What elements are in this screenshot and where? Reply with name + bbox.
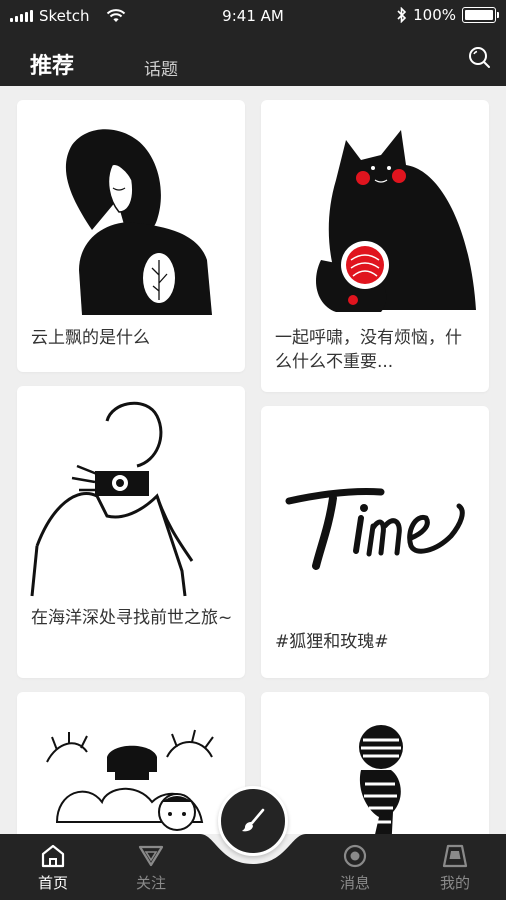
search-icon[interactable] bbox=[466, 44, 494, 72]
feed[interactable]: 云上飘的是什么 一起呼啸，没有烦恼，什么什么不重要... 在海洋深处寻找前世之旅… bbox=[0, 86, 506, 834]
nav-profile[interactable]: 我的 bbox=[420, 844, 490, 893]
nav-messages-label: 消息 bbox=[339, 874, 370, 892]
battery-percent: 100% bbox=[413, 6, 456, 24]
home-icon bbox=[41, 844, 65, 868]
striped-figure-illustration bbox=[359, 725, 403, 834]
feed-card[interactable]: 一起呼啸，没有烦恼，什么什么不重要... bbox=[261, 100, 489, 392]
tab-recommend[interactable]: 推荐 bbox=[30, 48, 74, 80]
nav-profile-label: 我的 bbox=[439, 874, 470, 892]
feed-card[interactable]: 云上飘的是什么 bbox=[17, 100, 245, 372]
card-caption: 一起呼啸，没有烦恼，什么什么不重要... bbox=[275, 328, 462, 372]
nav-messages[interactable]: 消息 bbox=[320, 844, 390, 893]
create-post-button[interactable] bbox=[218, 786, 288, 856]
message-circle-icon bbox=[343, 844, 367, 868]
time-calligraphy bbox=[285, 487, 465, 570]
bluetooth-icon bbox=[397, 7, 407, 23]
nav-follow[interactable]: 关注 bbox=[116, 844, 186, 893]
nav-home-label: 首页 bbox=[37, 874, 68, 892]
top-bar: Sketch 9:41 AM 100% 推荐 话题 bbox=[0, 0, 506, 86]
nav-home[interactable]: 首页 bbox=[18, 844, 88, 893]
feed-card[interactable] bbox=[17, 692, 245, 834]
card-caption: 在海洋深处寻找前世之旅~ bbox=[31, 608, 233, 628]
header-tabs: 推荐 话题 bbox=[0, 40, 506, 86]
crowd-illustration bbox=[46, 729, 214, 831]
black-cats-illustration bbox=[316, 130, 476, 312]
card-caption: #狐狸和玫瑰# bbox=[275, 632, 389, 652]
battery-icon bbox=[462, 7, 499, 23]
profile-icon bbox=[442, 844, 468, 868]
feed-card[interactable]: 在海洋深处寻找前世之旅~ bbox=[17, 386, 245, 678]
tab-topics[interactable]: 话题 bbox=[144, 55, 178, 80]
photographer-illustration bbox=[30, 401, 194, 597]
triangle-follow-icon bbox=[138, 845, 164, 867]
feed-card[interactable]: #狐狸和玫瑰# bbox=[261, 406, 489, 678]
girl-with-leaf-illustration bbox=[65, 129, 212, 315]
card-caption: 云上飘的是什么 bbox=[31, 328, 150, 348]
nav-follow-label: 关注 bbox=[135, 874, 166, 892]
feed-card[interactable] bbox=[261, 692, 489, 834]
status-bar: Sketch 9:41 AM 100% bbox=[0, 0, 506, 32]
paint-brush-icon bbox=[242, 808, 265, 832]
